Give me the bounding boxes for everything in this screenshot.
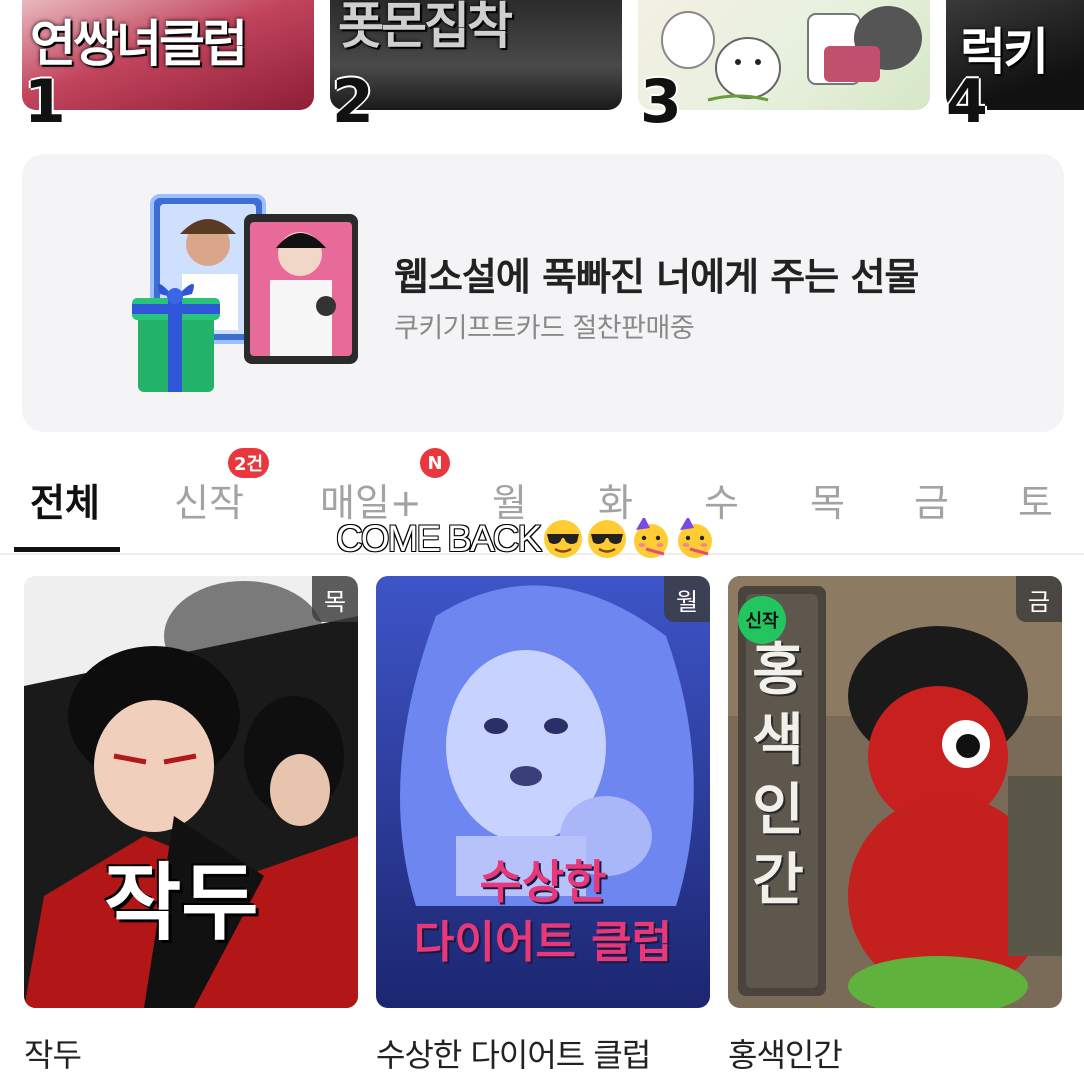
ranking-card-3[interactable] [638,0,930,110]
webtoon-card[interactable]: 홍색인간 신작 금 홍색인간 [728,576,1062,1074]
cartoon-cats-illustration [661,6,922,102]
overlay-caption: COME BACK [335,516,716,562]
webtoon-cover[interactable]: 홍색인간 신작 금 [728,576,1062,1008]
rank-number: 2 [332,67,374,137]
day-badge: 월 [664,576,710,622]
partying-face-icon [634,518,669,558]
webtoon-card[interactable]: 작두 목 작두 [24,576,358,1074]
webtoon-title: 수상한 다이어트 클럽 [376,1036,651,1074]
webtoon-card[interactable]: 수상한 다이어트 클럽 월 수상한 다이어트 클럽 [376,576,710,1074]
cover-title-art: 작두 [104,854,259,952]
new-count-badge: 2건 [228,448,270,478]
new-series-badge: 신작 [738,596,786,644]
webtoon-home-screen: 연쌍녀클럽 1 폿몬집착 2 3 럭키 4 웹소설에 푹빠진 너에게 주는 선물… [0,0,1084,1080]
new-indicator-badge: N [420,448,450,478]
promo-title: 웹소설에 푹빠진 너에게 주는 선물 [394,255,919,299]
ranking-cover-title: 폿몬집착 [338,0,513,55]
webtoon-title: 작두 [24,1036,82,1074]
partying-face-icon [678,518,713,558]
ranking-cover-title: 연쌍녀클럽 [30,15,248,73]
cover-title-art: 다이어트 클럽 [413,917,673,968]
overlay-text: COME BACK [335,517,543,560]
tab-friday[interactable]: 금 [914,472,949,527]
day-badge: 금 [1016,576,1062,622]
webtoon-cover[interactable]: 수상한 다이어트 클럽 월 [376,576,710,1008]
tab-new[interactable]: 신작 [174,472,244,527]
tab-thursday[interactable]: 목 [810,472,845,527]
gift-box-icon [130,194,370,404]
tab-all[interactable]: 전체 [30,472,100,527]
tab-saturday[interactable]: 토 [1018,472,1053,527]
cover-title-art: 수상한 [479,855,607,909]
promo-subtitle: 쿠키기프트카드 절찬판매중 [394,313,695,344]
sunglasses-face-icon [544,520,583,558]
sunglasses-face-icon [588,520,627,558]
webtoon-title: 홍색인간 [728,1036,843,1074]
day-badge: 목 [312,576,358,622]
ranking-card-2[interactable]: 폿몬집착 [330,0,622,110]
promo-banner[interactable]: 웹소설에 푹빠진 너에게 주는 선물 쿠키기프트카드 절찬판매중 [22,154,1064,432]
rank-number: 1 [24,67,66,137]
cover-title-art: 홍색인간 [752,638,804,913]
ranking-card-1[interactable]: 연쌍녀클럽 [22,0,314,110]
rank-number: 4 [946,67,988,137]
active-tab-indicator [14,547,120,552]
webtoon-cover[interactable]: 작두 목 [24,576,358,1008]
rank-number: 3 [640,67,682,137]
ranking-carousel: 연쌍녀클럽 1 폿몬집착 2 3 럭키 4 [0,0,1084,140]
